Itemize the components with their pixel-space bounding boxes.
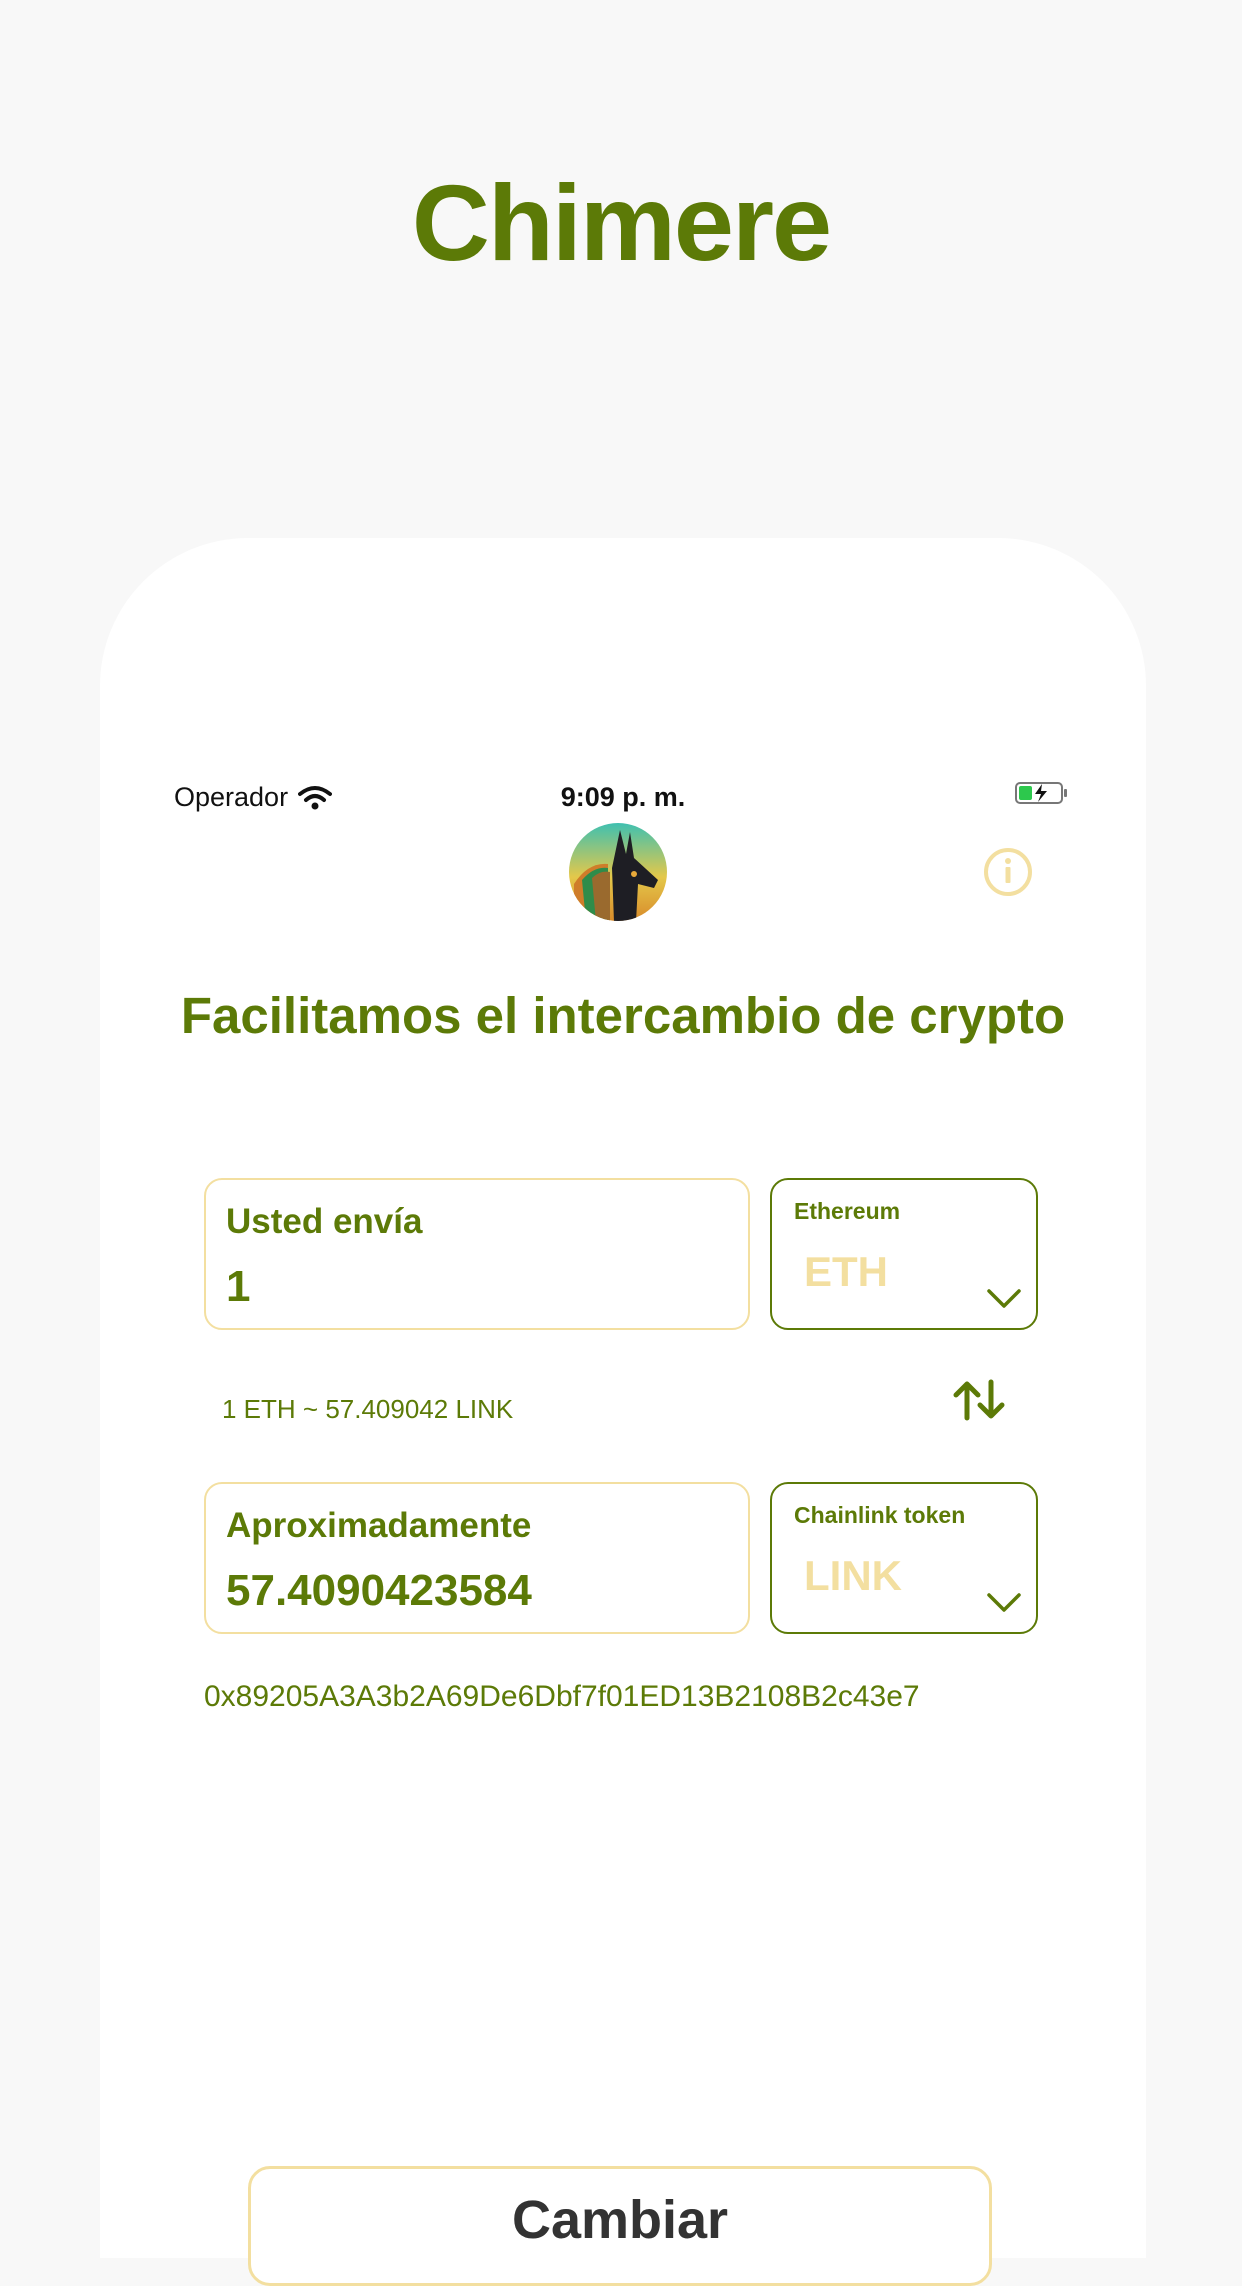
status-bar: Operador 9:09 p. m. bbox=[100, 776, 1146, 820]
receive-token-selector[interactable]: Chainlink token LINK bbox=[770, 1482, 1038, 1634]
send-amount-field[interactable]: Usted envía 1 bbox=[204, 1178, 750, 1330]
send-token-name: Ethereum bbox=[794, 1198, 901, 1224]
receive-amount-label: Aproximadamente bbox=[226, 1506, 532, 1545]
status-time: 9:09 p. m. bbox=[560, 782, 686, 812]
wallet-address: 0x89205A3A3b2A69De6Dbf7f01ED13B2108B2c43… bbox=[204, 1680, 920, 1713]
receive-token-name: Chainlink token bbox=[794, 1502, 966, 1528]
phone-frame: Operador 9:09 p. m. Facilitamos el inter… bbox=[100, 538, 1146, 2286]
send-amount-label: Usted envía bbox=[226, 1202, 423, 1241]
battery-charging-icon bbox=[1015, 782, 1067, 804]
receive-amount-value: 57.4090423584 bbox=[226, 1566, 532, 1615]
app-title: Chimere bbox=[411, 162, 832, 283]
swap-arrows-icon[interactable] bbox=[952, 1376, 1006, 1424]
receive-token-symbol: LINK bbox=[804, 1552, 902, 1599]
send-token-selector[interactable]: Ethereum ETH bbox=[770, 1178, 1038, 1330]
chevron-down-icon bbox=[987, 1289, 1021, 1308]
info-icon[interactable] bbox=[982, 846, 1034, 898]
anubis-logo-icon bbox=[569, 823, 667, 921]
exchange-rate: 1 ETH ~ 57.409042 LINK bbox=[222, 1394, 514, 1424]
headline: Facilitamos el intercambio de crypto bbox=[180, 987, 1066, 1044]
receive-amount-field[interactable]: Aproximadamente 57.4090423584 bbox=[204, 1482, 750, 1634]
send-token-symbol: ETH bbox=[804, 1248, 888, 1295]
exchange-button[interactable]: Cambiar bbox=[248, 2166, 992, 2286]
chevron-down-icon bbox=[987, 1593, 1021, 1612]
send-amount-value[interactable]: 1 bbox=[226, 1262, 250, 1312]
